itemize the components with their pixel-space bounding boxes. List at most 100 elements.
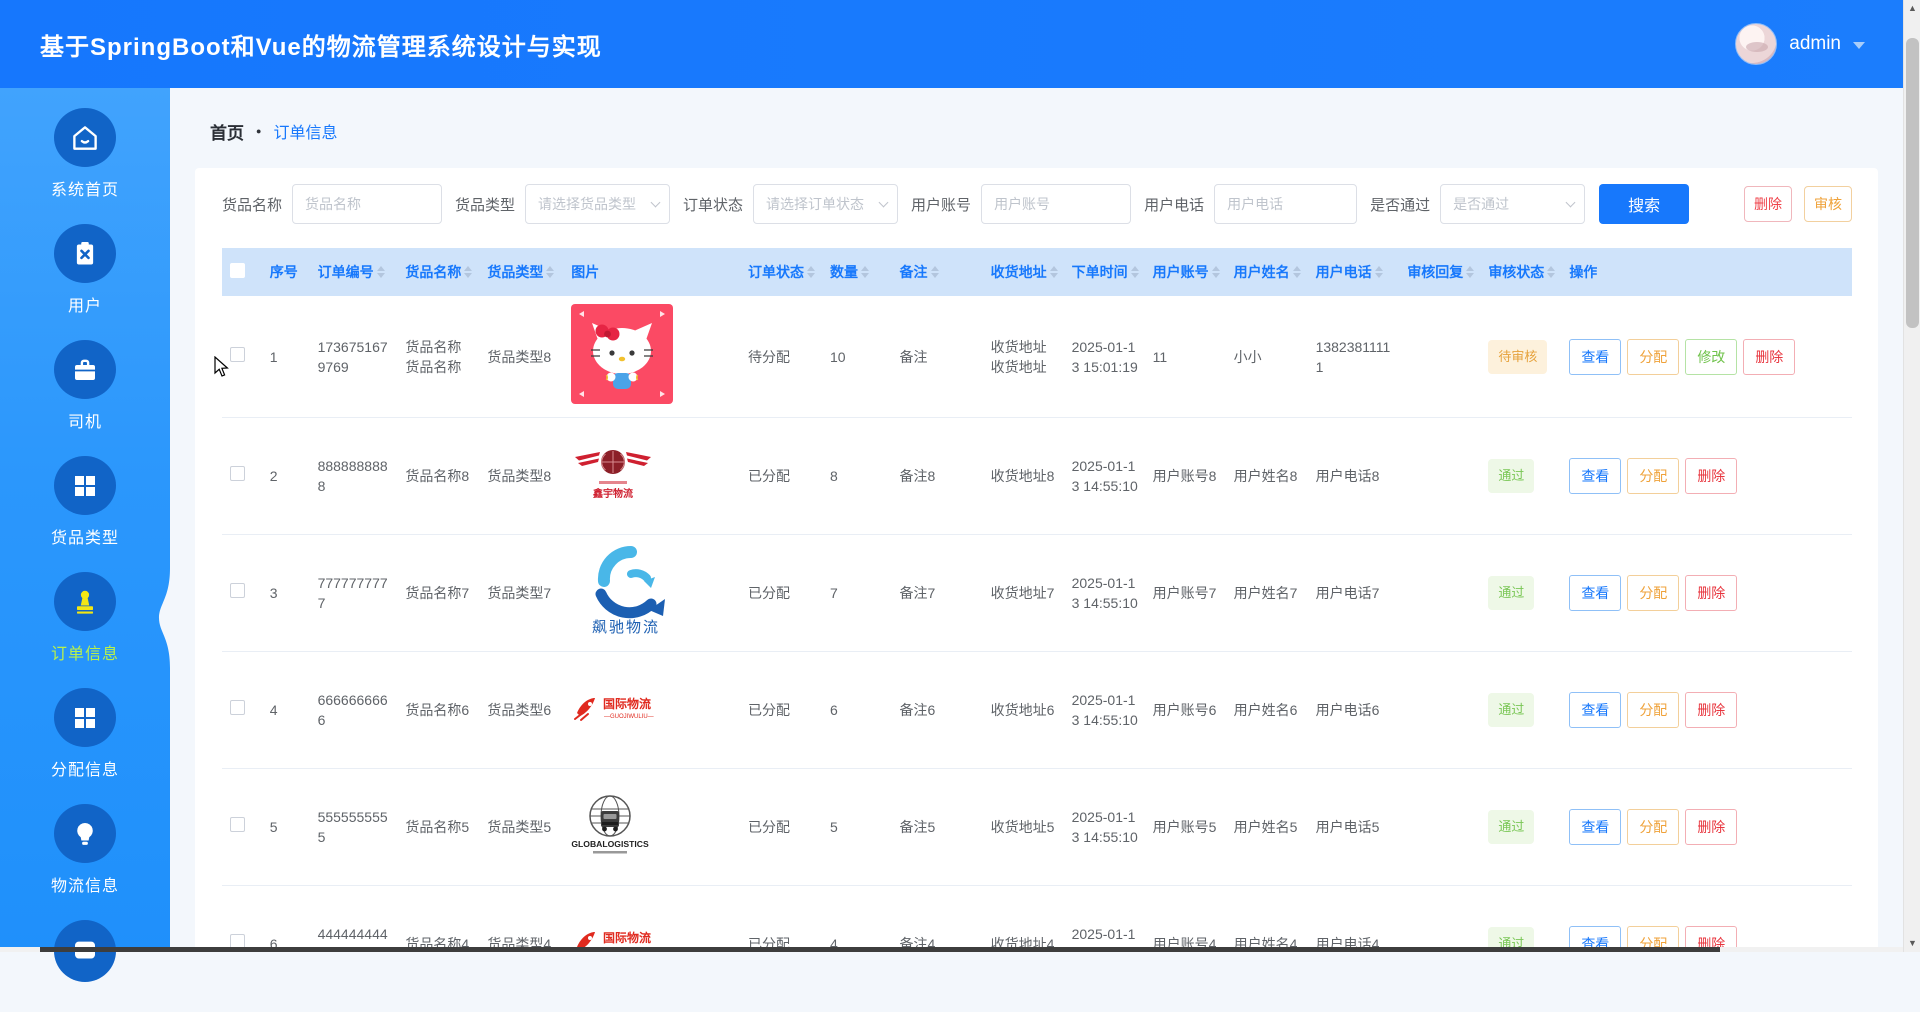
sidebar-item-orders[interactable]: 订单信息 xyxy=(0,572,170,664)
col-image: 图片 xyxy=(563,248,740,296)
app-title: 基于SpringBoot和Vue的物流管理系统设计与实现 xyxy=(40,27,602,62)
col-quantity[interactable]: 数量 xyxy=(822,248,892,296)
goods-type-label: 货品类型 xyxy=(455,194,515,215)
sort-icon xyxy=(1375,266,1383,278)
audit-status-badge: 待审核 xyxy=(1488,340,1547,374)
view-button[interactable]: 查看 xyxy=(1569,458,1621,494)
delete-button[interactable]: 删除 xyxy=(1685,458,1737,494)
assign-button[interactable]: 分配 xyxy=(1627,458,1679,494)
vertical-scrollbar-thumb[interactable] xyxy=(1906,38,1919,328)
col-address[interactable]: 收货地址 xyxy=(983,248,1064,296)
table-row: 2 8888888888 货品名称8 货品类型8 鑫宇物流 xyxy=(222,418,1852,535)
breadcrumb-current: 订单信息 xyxy=(273,119,337,143)
audit-status-badge: 通过 xyxy=(1488,576,1534,610)
horizontal-scrollbar[interactable] xyxy=(0,947,1903,952)
row-checkbox[interactable] xyxy=(230,347,245,362)
col-index: 序号 xyxy=(262,248,310,296)
col-actions: 操作 xyxy=(1561,248,1852,296)
breadcrumb-home[interactable]: 首页 xyxy=(210,119,244,144)
svg-text:飙驰物流: 飙驰物流 xyxy=(592,619,660,636)
globalogistics-logo[interactable]: GLOBALOGISTICS xyxy=(571,791,649,859)
delete-button[interactable]: 删除 xyxy=(1743,339,1795,375)
view-button[interactable]: 查看 xyxy=(1569,339,1621,375)
guoji-logistics-logo[interactable]: 国际物流 —GUOJIWULIU— xyxy=(571,693,671,723)
user-avatar[interactable] xyxy=(1735,23,1777,65)
sort-icon xyxy=(861,266,869,278)
passed-select[interactable]: 是否通过 xyxy=(1440,184,1585,224)
phone-input[interactable] xyxy=(1214,184,1357,224)
goods-name-label: 货品名称 xyxy=(222,194,282,215)
app-header: 基于SpringBoot和Vue的物流管理系统设计与实现 admin xyxy=(0,0,1920,88)
col-account[interactable]: 用户账号 xyxy=(1145,248,1226,296)
row-checkbox[interactable] xyxy=(230,817,245,832)
biaochi-logistics-logo[interactable]: 飙驰物流 xyxy=(571,544,681,638)
batch-audit-button[interactable]: 审核 xyxy=(1804,186,1852,222)
scroll-down-arrow[interactable]: ▼ xyxy=(1904,935,1920,952)
col-goods-name[interactable]: 货品名称 xyxy=(397,248,479,296)
sidebar: 系统首页 用户 司机 货品类型 订单信息 分配信息 物 xyxy=(0,88,170,952)
view-button[interactable]: 查看 xyxy=(1569,575,1621,611)
edit-button[interactable]: 修改 xyxy=(1685,339,1737,375)
batch-delete-button[interactable]: 删除 xyxy=(1744,186,1792,222)
col-remark[interactable]: 备注 xyxy=(892,248,983,296)
sidebar-item-drivers[interactable]: 司机 xyxy=(0,340,170,432)
vertical-scrollbar[interactable]: ▲ ▼ xyxy=(1903,0,1920,952)
view-button[interactable]: 查看 xyxy=(1569,692,1621,728)
phone-label: 用户电话 xyxy=(1144,194,1204,215)
sidebar-item-more[interactable] xyxy=(0,920,170,1012)
bulb-icon xyxy=(54,804,116,863)
orders-table: 序号 订单编号 货品名称 货品类型 图片 订单状态 数量 备注 收货地址 下单时… xyxy=(222,248,1852,952)
sort-icon xyxy=(546,266,554,278)
sort-icon xyxy=(1547,266,1555,278)
row-checkbox[interactable] xyxy=(230,583,245,598)
col-order-time[interactable]: 下单时间 xyxy=(1064,248,1145,296)
goods-type-select[interactable]: 请选择货品类型 xyxy=(525,184,670,224)
assign-button[interactable]: 分配 xyxy=(1627,809,1679,845)
audit-status-badge: 通过 xyxy=(1488,693,1534,727)
assign-button[interactable]: 分配 xyxy=(1627,692,1679,728)
account-input[interactable] xyxy=(981,184,1131,224)
col-order-no[interactable]: 订单编号 xyxy=(310,248,398,296)
col-username[interactable]: 用户姓名 xyxy=(1226,248,1308,296)
order-status-select[interactable]: 请选择订单状态 xyxy=(753,184,898,224)
breadcrumb: 首页 ● 订单信息 xyxy=(210,120,1903,142)
chevron-down-icon[interactable] xyxy=(1853,42,1865,49)
home-icon xyxy=(54,108,116,167)
mouse-cursor xyxy=(214,356,230,378)
search-button[interactable]: 搜索 xyxy=(1599,184,1689,224)
view-button[interactable]: 查看 xyxy=(1569,809,1621,845)
chevron-down-icon xyxy=(651,197,661,207)
sort-icon xyxy=(464,266,472,278)
sidebar-item-users[interactable]: 用户 xyxy=(0,224,170,316)
delete-button[interactable]: 删除 xyxy=(1685,575,1737,611)
sidebar-item-logistics[interactable]: 物流信息 xyxy=(0,804,170,896)
sort-icon xyxy=(377,266,385,278)
select-all-checkbox[interactable] xyxy=(230,263,245,278)
col-phone[interactable]: 用户电话 xyxy=(1308,248,1400,296)
hello-kitty-product-image[interactable] xyxy=(571,304,673,404)
col-order-status[interactable]: 订单状态 xyxy=(740,248,822,296)
grid-icon xyxy=(54,456,116,515)
assign-button[interactable]: 分配 xyxy=(1627,575,1679,611)
delete-button[interactable]: 删除 xyxy=(1685,809,1737,845)
sidebar-item-goods-type[interactable]: 货品类型 xyxy=(0,456,170,548)
scroll-up-arrow[interactable]: ▲ xyxy=(1904,0,1920,17)
col-audit-reply[interactable]: 审核回复 xyxy=(1399,248,1480,296)
sort-icon xyxy=(1212,266,1220,278)
delete-button[interactable]: 删除 xyxy=(1685,692,1737,728)
sidebar-item-home[interactable]: 系统首页 xyxy=(0,108,170,200)
briefcase-icon xyxy=(54,340,116,399)
username-label[interactable]: admin xyxy=(1789,33,1841,55)
assign-button[interactable]: 分配 xyxy=(1627,339,1679,375)
goods-name-input[interactable] xyxy=(292,184,442,224)
col-goods-type[interactable]: 货品类型 xyxy=(479,248,563,296)
clipboard-x-icon xyxy=(54,224,116,283)
row-checkbox[interactable] xyxy=(230,466,245,481)
passed-label: 是否通过 xyxy=(1370,194,1430,215)
horizontal-scrollbar-thumb[interactable] xyxy=(40,947,1720,952)
svg-text:国际物流: 国际物流 xyxy=(603,930,651,945)
col-audit-status[interactable]: 审核状态 xyxy=(1480,248,1561,296)
row-checkbox[interactable] xyxy=(230,700,245,715)
sidebar-item-assignments[interactable]: 分配信息 xyxy=(0,688,170,780)
xinyu-logistics-logo[interactable]: 鑫宇物流 xyxy=(571,443,655,505)
